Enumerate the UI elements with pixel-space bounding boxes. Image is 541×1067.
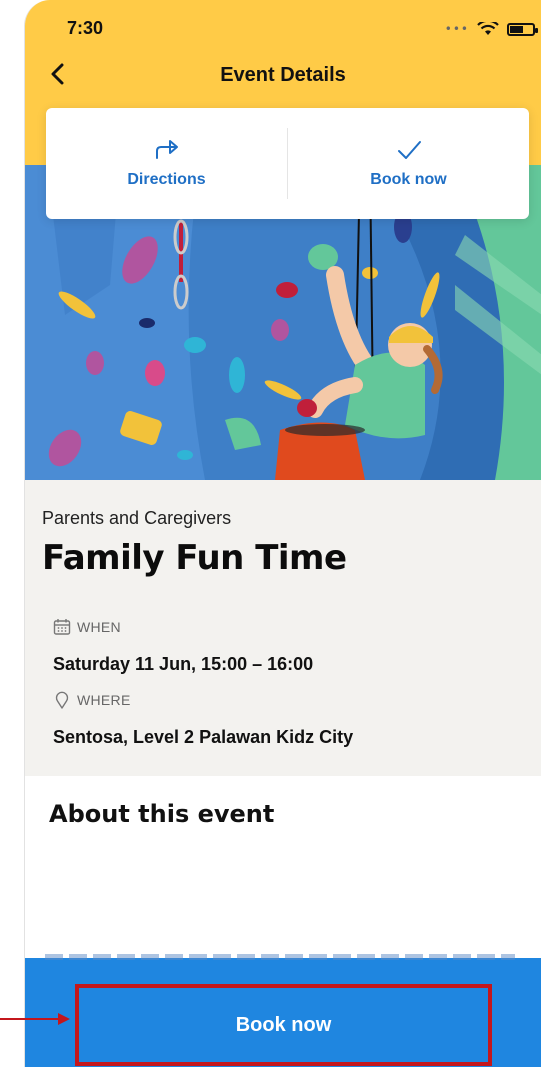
checkmark-icon (397, 140, 421, 159)
signal-icon: ••• (444, 22, 469, 36)
location-pin-icon (55, 691, 69, 709)
page-title: Event Details (220, 64, 346, 86)
event-info-section: Parents and Caregivers Family Fun Time W… (25, 480, 541, 776)
book-now-button-label: Book now (235, 1013, 332, 1036)
phone-frame: 7:30 ••• Event Details Directions Book n… (24, 0, 541, 1067)
status-icons: ••• (444, 22, 538, 36)
event-category: Parents and Caregivers (42, 508, 232, 528)
directions-icon (155, 139, 178, 159)
book-now-button[interactable]: Book now (75, 984, 492, 1066)
battery-icon (507, 22, 538, 36)
bottom-action-bar: Book now (25, 954, 541, 1067)
wifi-icon (477, 22, 499, 35)
scrolled-text-fragment (45, 954, 515, 960)
when-label-row: WHEN (53, 618, 121, 636)
where-label-row: WHERE (53, 691, 131, 709)
directions-button[interactable]: Directions (46, 108, 287, 219)
about-section-title: About this event (49, 800, 275, 828)
status-time: 7:30 (67, 18, 104, 38)
when-label: WHEN (77, 619, 121, 635)
book-now-quick-button[interactable]: Book now (288, 108, 529, 219)
event-location: Sentosa, Level 2 Palawan Kidz City (53, 727, 354, 747)
annotation-arrow-icon (0, 1013, 70, 1025)
book-now-quick-label: Book now (370, 170, 447, 188)
event-title: Family Fun Time (42, 538, 347, 578)
directions-label: Directions (127, 170, 206, 188)
event-date-time: Saturday 11 Jun, 15:00 – 16:00 (53, 654, 314, 674)
quick-actions-card: Directions Book now (46, 108, 529, 219)
where-label: WHERE (77, 692, 131, 708)
screen: 7:30 ••• Event Details Directions Book n… (0, 0, 541, 1067)
calendar-icon (53, 619, 71, 635)
